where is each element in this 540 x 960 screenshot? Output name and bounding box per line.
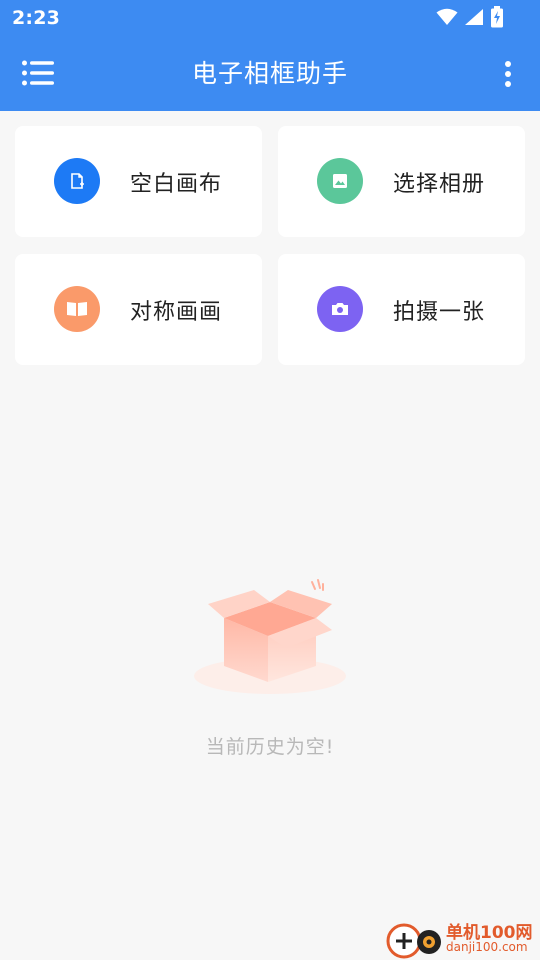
- take-photo-label: 拍摄一张: [393, 300, 486, 325]
- empty-box-illustration: [192, 578, 348, 698]
- blank-canvas-label: 空白画布: [130, 172, 223, 197]
- image-icon: [317, 158, 363, 204]
- status-icons: [436, 6, 504, 32]
- blank-canvas-card[interactable]: 空白画布: [15, 126, 262, 237]
- camera-icon: [317, 286, 363, 332]
- blank-canvas-icon: [54, 158, 100, 204]
- app-title: 电子相框助手: [191, 59, 348, 88]
- status-bar: 2:23: [0, 0, 540, 36]
- more-options-button[interactable]: [504, 60, 512, 88]
- watermark-logo: 单机100网 danji100.com: [384, 916, 536, 960]
- danji100-logo-icon: [386, 923, 441, 959]
- empty-history-message: 当前历史为空!: [205, 736, 335, 758]
- symmetry-drawing-card[interactable]: 对称画画: [15, 254, 262, 365]
- status-time: 2:23: [12, 7, 61, 29]
- wifi-icon: [436, 8, 458, 30]
- symmetry-book-icon: [54, 286, 100, 332]
- select-album-card[interactable]: 选择相册: [278, 126, 525, 237]
- app-bar: 电子相框助手: [0, 36, 540, 111]
- more-vertical-icon: [505, 61, 511, 87]
- watermark-url: danji100.com: [446, 940, 528, 954]
- select-album-label: 选择相册: [393, 172, 486, 197]
- take-photo-card[interactable]: 拍摄一张: [278, 254, 525, 365]
- cellular-signal-icon: [464, 8, 484, 30]
- symmetry-drawing-label: 对称画画: [130, 300, 223, 325]
- battery-charging-icon: [490, 6, 504, 32]
